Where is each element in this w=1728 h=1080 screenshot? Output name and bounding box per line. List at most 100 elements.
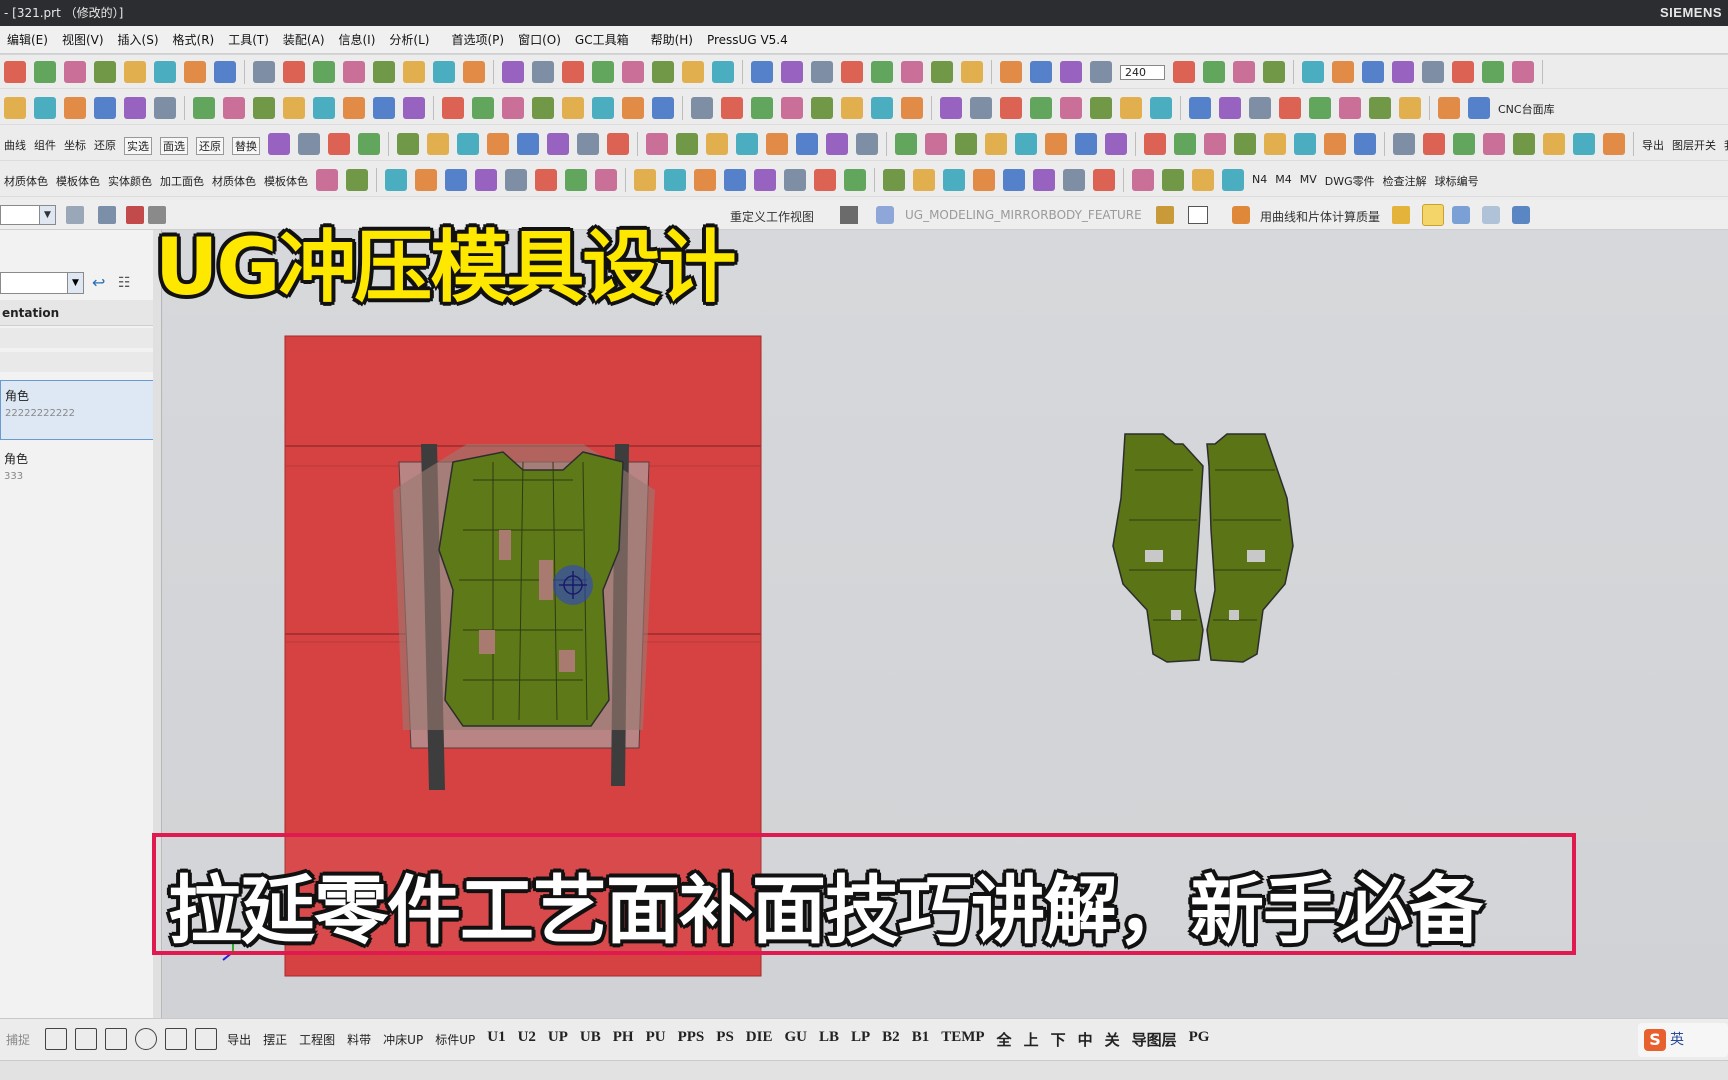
toolbar-tool-icon[interactable]: [691, 97, 713, 119]
sketch-tool-icon[interactable]: [105, 1028, 128, 1050]
toolbar-tool-icon[interactable]: [721, 97, 743, 119]
toolbar-tool-icon[interactable]: [535, 169, 557, 191]
toolbar-tool-icon[interactable]: [1399, 97, 1421, 119]
toolbar-tool-icon[interactable]: [1060, 97, 1082, 119]
toolbar-tool-icon[interactable]: [34, 97, 56, 119]
toolbar-tool-icon[interactable]: [433, 61, 455, 83]
toolbar-tool-icon[interactable]: [184, 61, 206, 83]
bottom-tool-misc[interactable]: 关: [1105, 1029, 1120, 1050]
list-view-icon[interactable]: ☷: [118, 274, 140, 292]
toolbar-tool-icon[interactable]: [64, 61, 86, 83]
toolbar-tool-icon[interactable]: [1452, 61, 1474, 83]
toolbar-tool-icon[interactable]: [751, 61, 773, 83]
toolbar-text-button[interactable]: 模板体色: [56, 173, 100, 189]
toolbar-tool-icon[interactable]: [766, 133, 788, 155]
sketch-tool-icon[interactable]: [75, 1028, 98, 1050]
toolbar-tool-icon[interactable]: [427, 133, 449, 155]
toolbar-tool-icon[interactable]: [1264, 133, 1286, 155]
toolbar-tool-icon[interactable]: [1162, 169, 1184, 191]
toolbar-tool-icon[interactable]: [373, 97, 395, 119]
toolbar-tool-icon[interactable]: [622, 97, 644, 119]
toolbar-tool-icon[interactable]: [313, 97, 335, 119]
toolbar-tool-icon[interactable]: [940, 97, 962, 119]
toolbar-tool-icon[interactable]: [1189, 97, 1211, 119]
toolbar-tool-icon[interactable]: [1222, 169, 1244, 191]
toolbar-tool-icon[interactable]: [676, 133, 698, 155]
bottom-tool-code[interactable]: B2: [882, 1029, 900, 1046]
toolbar-tool-icon[interactable]: [154, 97, 176, 119]
ime-indicator[interactable]: S英: [1638, 1023, 1728, 1057]
toolbar-tool-icon[interactable]: [358, 133, 380, 155]
toolbar-tool-icon[interactable]: [811, 61, 833, 83]
toolbar-tool-icon[interactable]: [1369, 97, 1391, 119]
toolbar-tool-icon[interactable]: [403, 61, 425, 83]
toolbar-badge-button[interactable]: 还原: [196, 137, 224, 155]
bottom-tool-label[interactable]: 摆正: [263, 1031, 287, 1048]
toolbar-tool-icon[interactable]: [754, 169, 776, 191]
toolbar-tool-icon[interactable]: [646, 133, 668, 155]
drawn-part[interactable]: [438, 451, 624, 727]
toolbar-tool-icon[interactable]: [1000, 61, 1022, 83]
toolbar-tool-icon[interactable]: [781, 61, 803, 83]
menu-gc-toolbox[interactable]: GC工具箱: [568, 31, 636, 48]
bottom-tool-label[interactable]: 工程图: [299, 1031, 335, 1048]
grid-icon[interactable]: [840, 206, 858, 224]
toolbar-text-button[interactable]: 图层开关: [1672, 137, 1716, 153]
toolbar-tool-icon[interactable]: [883, 169, 905, 191]
toolbar-tool-icon[interactable]: [1249, 97, 1271, 119]
menu-window[interactable]: 窗口(O): [511, 31, 568, 48]
toolbar-tool-icon[interactable]: [517, 133, 539, 155]
menu-assembly[interactable]: 装配(A): [276, 31, 332, 48]
toolbar-tool-icon[interactable]: [1339, 97, 1361, 119]
toolbar-text-button[interactable]: MV: [1300, 173, 1317, 186]
toolbar-tool-icon[interactable]: [4, 97, 26, 119]
toolbar-tool-icon[interactable]: [223, 97, 245, 119]
toolbar-text-button[interactable]: DWG零件: [1325, 173, 1375, 189]
toolbar-tool-icon[interactable]: [814, 169, 836, 191]
mass-calc-label[interactable]: 用曲线和片体计算质量: [1260, 208, 1380, 225]
toolbar-tool-icon[interactable]: [1063, 169, 1085, 191]
toolbar-tool-icon[interactable]: [154, 61, 176, 83]
toolbar-tool-icon[interactable]: [1482, 61, 1504, 83]
toolbar-tool-icon[interactable]: [124, 61, 146, 83]
toolbar-text-button[interactable]: 检查注解: [1383, 173, 1427, 189]
toolbar-tool-icon[interactable]: [973, 169, 995, 191]
toolbar-tool-icon[interactable]: [1302, 61, 1324, 83]
bottom-tool-code[interactable]: PU: [646, 1029, 666, 1046]
toolbar-tool-icon[interactable]: [634, 169, 656, 191]
toolbar-tool-icon[interactable]: [970, 97, 992, 119]
toolbar-tool-icon[interactable]: [283, 61, 305, 83]
toolbar-tool-icon[interactable]: [652, 97, 674, 119]
toolbar-tool-icon[interactable]: [895, 133, 917, 155]
toolbar-tool-icon[interactable]: [1483, 133, 1505, 155]
toolbar-text-button[interactable]: 模板体色: [264, 173, 308, 189]
toolbar-tool-icon[interactable]: [346, 169, 368, 191]
menu-analysis[interactable]: 分析(L): [382, 31, 436, 48]
toolbar-tool-icon[interactable]: [913, 169, 935, 191]
toolbar-tool-icon[interactable]: [64, 97, 86, 119]
toolbar-tool-icon[interactable]: [1060, 61, 1082, 83]
toolbar-tool-icon[interactable]: [1093, 169, 1115, 191]
toolbar-tool-icon[interactable]: [253, 97, 275, 119]
bottom-tool-misc[interactable]: 全: [997, 1029, 1012, 1050]
bottom-tool-misc[interactable]: 导图层: [1132, 1029, 1177, 1050]
bottom-tool-misc[interactable]: 中: [1078, 1029, 1093, 1050]
toolbar-text-button[interactable]: M4: [1275, 173, 1292, 186]
sketch-tool-icon[interactable]: [45, 1028, 68, 1050]
toolbar-tool-icon[interactable]: [562, 97, 584, 119]
bottom-tool-code[interactable]: UP: [548, 1029, 568, 1046]
toolbar-tool-icon[interactable]: [502, 97, 524, 119]
toolbar-tool-icon[interactable]: [1332, 61, 1354, 83]
toolbar-tool-icon[interactable]: [1030, 97, 1052, 119]
toolbar-text-button[interactable]: 坐标: [64, 137, 86, 153]
toolbar-tool-icon[interactable]: [1045, 133, 1067, 155]
toolbar-badge-button[interactable]: 实选: [124, 137, 152, 155]
toolbar-tool-icon[interactable]: [268, 133, 290, 155]
sheet-icon[interactable]: [1452, 206, 1470, 224]
toolbar-tool-icon[interactable]: [343, 97, 365, 119]
toolbar-tool-icon[interactable]: [1203, 61, 1225, 83]
toolbar-tool-icon[interactable]: [871, 97, 893, 119]
toolbar-tool-icon[interactable]: [1438, 97, 1460, 119]
toolbar-tool-icon[interactable]: [1294, 133, 1316, 155]
toolbar-tool-icon[interactable]: [1233, 61, 1255, 83]
